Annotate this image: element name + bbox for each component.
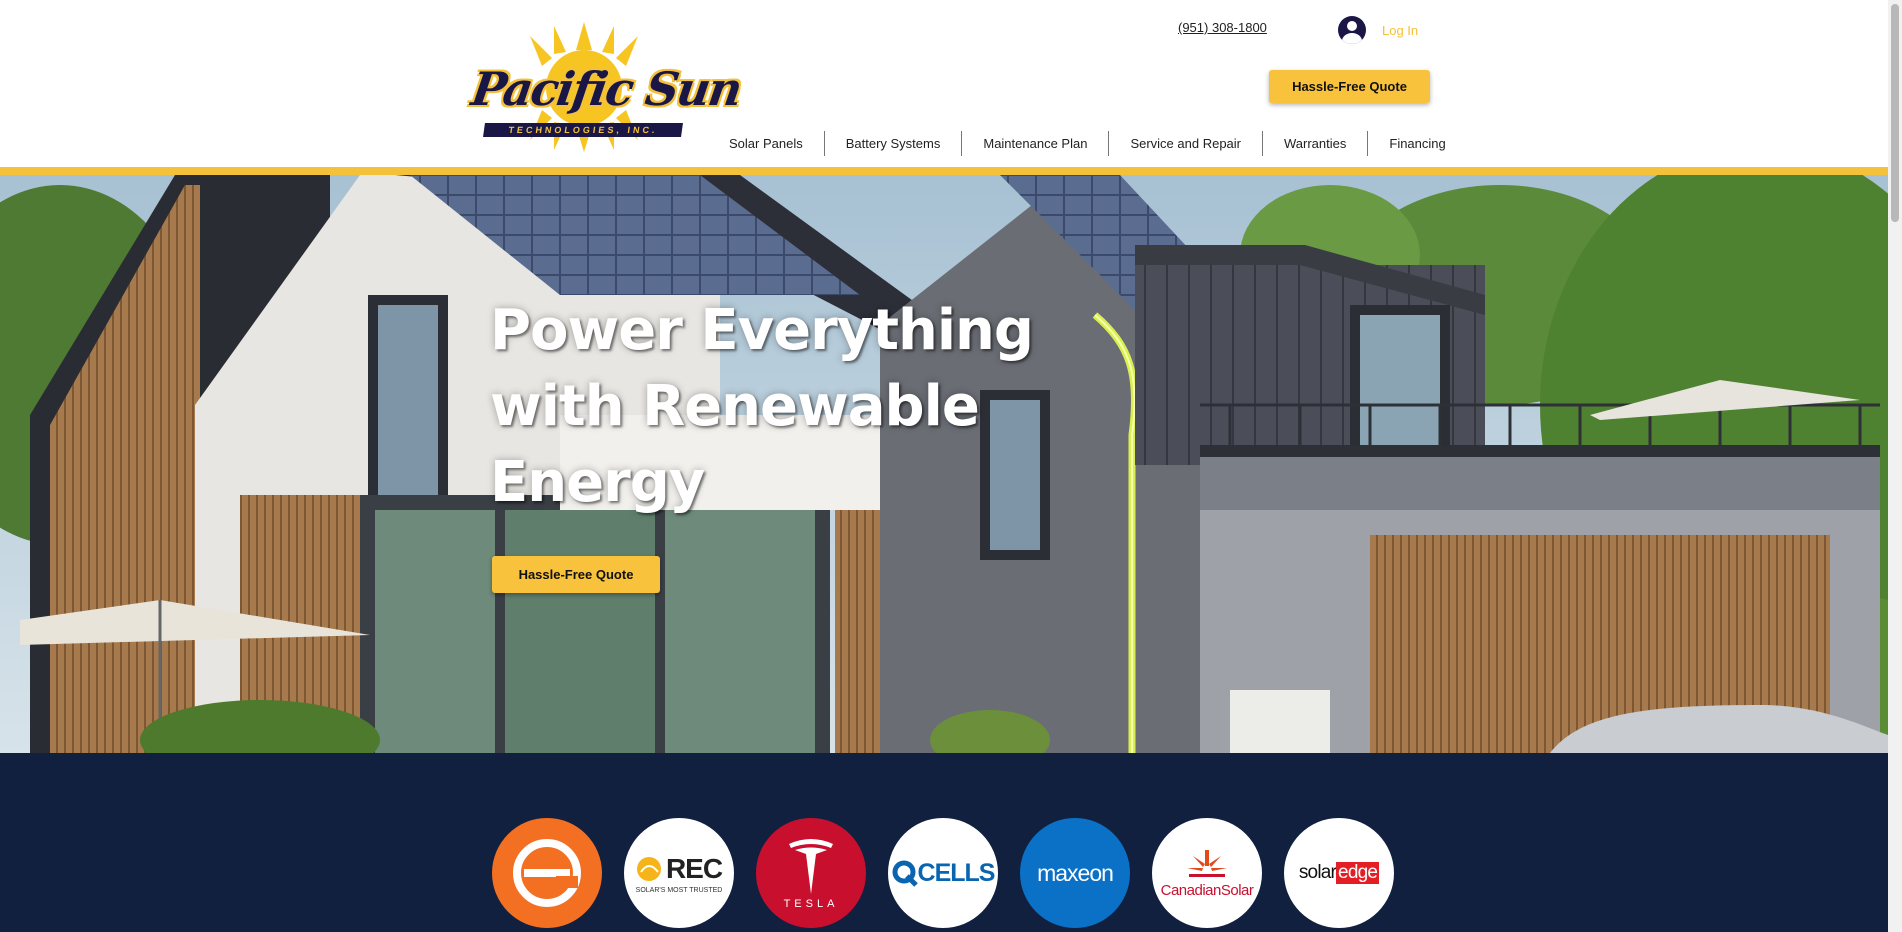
rec-sun-icon (636, 856, 661, 881)
nav-maintenance-plan[interactable]: Maintenance Plan (962, 130, 1108, 157)
logo-wordmark: Pacific Sun (468, 62, 744, 116)
rec-wordmark: REC (665, 852, 723, 884)
qcells-wordmark: CELLS (917, 858, 996, 887)
hero-title: Power Everything with Renewable Energy (490, 293, 1034, 521)
pacific-sun-logo[interactable]: Pacific Sun TECHNOLOGIES, INC. (468, 22, 744, 152)
nav-warranties[interactable]: Warranties (1263, 130, 1367, 157)
site-header: Pacific Sun TECHNOLOGIES, INC. (951) 308… (0, 0, 1888, 167)
solaredge-badge[interactable]: solar edge (1284, 818, 1394, 928)
brand-partners-strip: REC SOLAR'S MOST TRUSTED TESLA CELLS max… (0, 753, 1888, 932)
nav-solar-panels[interactable]: Solar Panels (708, 130, 824, 157)
canadian-solar-wordmark: CanadianSolar (1160, 881, 1254, 899)
tesla-badge[interactable]: TESLA (756, 818, 866, 928)
canadian-solar-badge[interactable]: CanadianSolar (1152, 818, 1262, 928)
header-quote-button[interactable]: Hassle-Free Quote (1269, 70, 1430, 103)
header-accent-rule (0, 167, 1888, 175)
enphase-logo-icon (513, 839, 581, 907)
solaredge-word-edge: edge (1336, 862, 1380, 884)
login-label: Log In (1382, 22, 1419, 38)
maxeon-badge[interactable]: maxeon (1020, 818, 1130, 928)
canadian-solar-leaf-icon (1187, 849, 1227, 877)
maxeon-wordmark: maxeon (1037, 859, 1114, 886)
rec-badge[interactable]: REC SOLAR'S MOST TRUSTED (624, 818, 734, 928)
avatar-icon (1338, 16, 1366, 44)
nav-battery-systems[interactable]: Battery Systems (825, 130, 962, 157)
tesla-t-icon (788, 839, 833, 894)
main-nav: Solar Panels Battery Systems Maintenance… (708, 130, 1467, 157)
hero-section: Power Everything with Renewable Energy H… (0, 175, 1888, 753)
scrollbar-thumb[interactable] (1891, 4, 1899, 222)
rec-tagline: SOLAR'S MOST TRUSTED (635, 886, 723, 894)
solaredge-wordmark: solar edge (1298, 862, 1380, 884)
phone-link[interactable]: (951) 308-1800 (1178, 20, 1267, 35)
login-button[interactable]: Log In (1338, 14, 1418, 46)
solaredge-word-solar: solar (1298, 862, 1337, 883)
qcells-badge[interactable]: CELLS (888, 818, 998, 928)
enphase-badge[interactable] (492, 818, 602, 928)
hero-title-line: with Renewable (490, 374, 980, 439)
hero-title-line: Power Everything (490, 298, 1034, 363)
qcells-q-icon (892, 860, 918, 887)
page-scrollbar[interactable] (1888, 0, 1902, 932)
nav-financing[interactable]: Financing (1368, 130, 1466, 157)
hero-quote-button[interactable]: Hassle-Free Quote (492, 556, 660, 593)
logo-subtitle: TECHNOLOGIES, INC. (483, 123, 683, 137)
tesla-wordmark: TESLA (783, 898, 839, 910)
hero-title-line: Energy (490, 450, 705, 515)
nav-service-and-repair[interactable]: Service and Repair (1109, 130, 1262, 157)
